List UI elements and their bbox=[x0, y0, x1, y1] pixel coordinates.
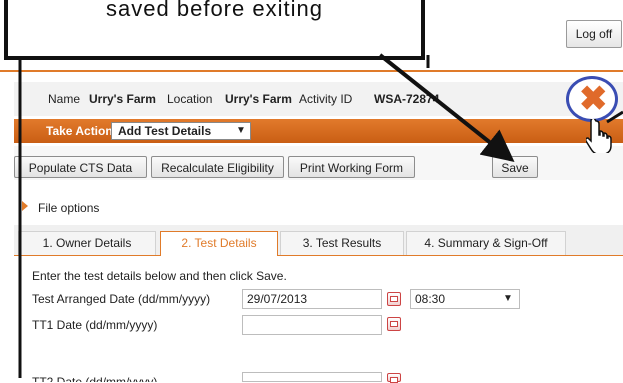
tt2-date-label: TT2 Date (dd/mm/yyyy) bbox=[32, 375, 158, 382]
tt1-date-input[interactable] bbox=[242, 315, 382, 335]
tab-summary-signoff[interactable]: 4. Summary & Sign-Off bbox=[406, 231, 566, 255]
hand-cursor-icon bbox=[586, 119, 612, 153]
test-time-select[interactable]: 08:30 ▼ bbox=[410, 289, 520, 309]
logoff-button[interactable]: Log off bbox=[566, 20, 622, 48]
chevron-down-icon: ▼ bbox=[236, 125, 246, 136]
save-button[interactable]: Save bbox=[492, 156, 538, 178]
tab-bar: 1. Owner Details 2. Test Details 3. Test… bbox=[14, 225, 623, 256]
file-options-label: File options bbox=[38, 201, 100, 215]
close-icon[interactable]: ✖ bbox=[566, 76, 618, 122]
tt1-date-label: TT1 Date (dd/mm/yyyy) bbox=[32, 318, 158, 332]
file-options-toggle[interactable]: File options bbox=[14, 195, 623, 221]
chevron-down-icon: ▼ bbox=[503, 293, 513, 304]
activity-info-row: Name Urry's Farm Location Urry's Farm Ac… bbox=[14, 82, 623, 116]
header-divider bbox=[0, 70, 623, 72]
activity-id-label: Activity ID bbox=[299, 92, 353, 106]
test-arranged-date-input[interactable]: 29/07/2013 bbox=[242, 289, 382, 309]
name-label: Name bbox=[48, 92, 81, 106]
action-select-value: Add Test Details bbox=[118, 124, 212, 138]
activity-id-value: WSA-72874 bbox=[374, 92, 440, 106]
location-value: Urry's Farm bbox=[225, 92, 292, 106]
button-row: Populate CTS Data Recalculate Eligibilit… bbox=[14, 146, 623, 180]
test-details-form: Enter the test details below and then cl… bbox=[14, 256, 623, 383]
tab-test-details[interactable]: 2. Test Details bbox=[160, 231, 278, 256]
populate-cts-button[interactable]: Populate CTS Data bbox=[14, 156, 147, 178]
take-action-label: Take Action bbox=[46, 124, 113, 138]
recalculate-eligibility-button[interactable]: Recalculate Eligibility bbox=[151, 156, 284, 178]
test-time-value: 08:30 bbox=[415, 292, 446, 306]
calendar-icon[interactable] bbox=[387, 292, 401, 306]
callout-box: saved before exiting bbox=[4, 0, 425, 60]
tt2-date-input[interactable] bbox=[242, 372, 382, 382]
callout-text: saved before exiting bbox=[106, 0, 323, 21]
form-instruction: Enter the test details below and then cl… bbox=[32, 269, 287, 283]
close-x-glyph: ✖ bbox=[579, 80, 608, 118]
calendar-icon[interactable] bbox=[387, 373, 401, 383]
test-arranged-date-label: Test Arranged Date (dd/mm/yyyy) bbox=[32, 292, 211, 306]
print-working-form-button[interactable]: Print Working Form bbox=[288, 156, 415, 178]
tab-owner-details[interactable]: 1. Owner Details bbox=[18, 231, 156, 255]
tab-test-results[interactable]: 3. Test Results bbox=[280, 231, 404, 255]
expand-triangle-icon bbox=[22, 201, 28, 211]
take-action-bar: Take Action Add Test Details ▼ bbox=[14, 119, 623, 143]
location-label: Location bbox=[167, 92, 213, 106]
action-select[interactable]: Add Test Details ▼ bbox=[111, 122, 251, 140]
calendar-icon[interactable] bbox=[387, 317, 401, 331]
name-value: Urry's Farm bbox=[89, 92, 156, 106]
